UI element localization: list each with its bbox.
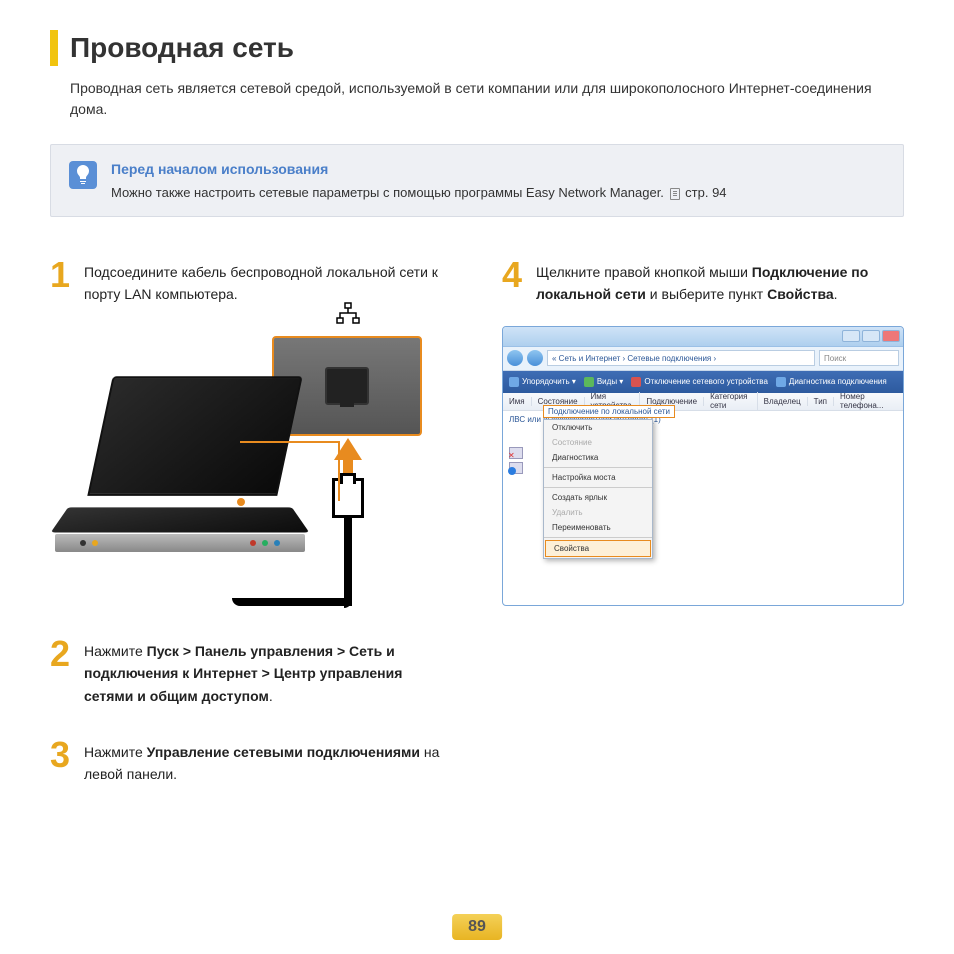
step-bold: Свойства	[767, 286, 834, 302]
toolbar-label: Виды ▾	[597, 377, 623, 386]
connection-icon	[509, 462, 523, 474]
step-post: .	[834, 286, 838, 302]
laptop-illustration	[50, 326, 452, 606]
address-bar: « Сеть и Интернет › Сетевые подключения …	[503, 347, 903, 371]
menu-delete: Удалить	[544, 505, 652, 520]
tip-page-ref: стр. 94	[685, 185, 726, 200]
callout-line	[240, 441, 340, 501]
breadcrumb[interactable]: « Сеть и Интернет › Сетевые подключения …	[547, 350, 815, 366]
cable-icon	[344, 518, 352, 608]
title-accent-bar	[50, 30, 58, 66]
organize-button[interactable]: Упорядочить ▾	[509, 377, 576, 387]
right-column: 4 Щелкните правой кнопкой мыши Подключен…	[502, 257, 904, 806]
window-titlebar[interactable]	[503, 327, 903, 347]
col-owner[interactable]: Владелец	[764, 397, 808, 406]
close-button[interactable]	[882, 330, 900, 342]
search-input[interactable]: Поиск	[819, 350, 899, 366]
page-title: Проводная сеть	[70, 32, 294, 64]
tip-box: Перед началом использования Можно также …	[50, 144, 904, 217]
step-number: 2	[50, 636, 74, 707]
page-ref-icon	[670, 188, 680, 200]
step-4: 4 Щелкните правой кнопкой мыши Подключен…	[502, 257, 904, 306]
step-pre: Нажмите	[84, 643, 147, 659]
menu-shortcut[interactable]: Создать ярлык	[544, 490, 652, 505]
step-pre: Нажмите	[84, 744, 147, 760]
page-number: 89	[452, 914, 502, 940]
tip-content: Перед началом использования Можно также …	[111, 161, 727, 200]
step-number: 3	[50, 737, 74, 786]
step-text: Нажмите Управление сетевыми подключениям…	[84, 737, 452, 786]
col-name[interactable]: Имя	[509, 397, 532, 406]
menu-separator	[544, 537, 652, 538]
step-number: 1	[50, 257, 74, 306]
nav-forward-button[interactable]	[527, 350, 543, 366]
tip-text-body: Можно также настроить сетевые параметры …	[111, 185, 668, 200]
step-2: 2 Нажмите Пуск > Панель управления > Сет…	[50, 636, 452, 707]
page-title-row: Проводная сеть	[50, 30, 904, 66]
step-number: 4	[502, 257, 526, 306]
intro-text: Проводная сеть является сетевой средой, …	[70, 78, 904, 120]
diagnose-button[interactable]: Диагностика подключения	[776, 377, 887, 387]
step-text: Щелкните правой кнопкой мыши Подключение…	[536, 257, 904, 306]
menu-status: Состояние	[544, 435, 652, 450]
callout-dot	[237, 498, 245, 506]
tip-title: Перед началом использования	[111, 161, 727, 177]
tip-text: Можно также настроить сетевые параметры …	[111, 185, 727, 200]
step-text: Нажмите Пуск > Панель управления > Сеть …	[84, 636, 452, 707]
step-post: .	[269, 688, 273, 704]
step-bold: Управление сетевыми подключениями	[147, 744, 420, 760]
step-1: 1 Подсоедините кабель беспроводной локал…	[50, 257, 452, 306]
step-3: 3 Нажмите Управление сетевыми подключени…	[50, 737, 452, 786]
minimize-button[interactable]	[842, 330, 860, 342]
menu-rename[interactable]: Переименовать	[544, 520, 652, 535]
toolbar-label: Отключение сетевого устройства	[644, 377, 768, 386]
menu-properties[interactable]: Свойства	[545, 540, 651, 557]
col-category[interactable]: Категория сети	[710, 392, 758, 410]
views-button[interactable]: Виды ▾	[584, 377, 623, 387]
lan-port-icon	[325, 367, 369, 405]
left-column: 1 Подсоедините кабель беспроводной локал…	[50, 257, 452, 806]
col-phone[interactable]: Номер телефона...	[840, 392, 897, 410]
step-pre: Щелкните правой кнопкой мыши	[536, 264, 752, 280]
vista-window: « Сеть и Интернет › Сетевые подключения …	[502, 326, 904, 606]
lightbulb-icon	[69, 161, 97, 189]
col-type[interactable]: Тип	[814, 397, 834, 406]
maximize-button[interactable]	[862, 330, 880, 342]
toolbar-label: Диагностика подключения	[789, 377, 887, 386]
disable-device-button[interactable]: Отключение сетевого устройства	[631, 377, 768, 387]
context-menu: Отключить Состояние Диагностика Настройк…	[543, 419, 653, 559]
toolbar: Упорядочить ▾ Виды ▾ Отключение сетевого…	[503, 371, 903, 393]
toolbar-label: Упорядочить ▾	[522, 377, 576, 386]
window-body: ЛВС или высокоскоростной Интернет (1) По…	[503, 411, 903, 601]
menu-diagnose[interactable]: Диагностика	[544, 450, 652, 465]
connection-icon	[509, 447, 523, 459]
menu-bridge[interactable]: Настройка моста	[544, 470, 652, 485]
menu-disable[interactable]: Отключить	[544, 420, 652, 435]
nav-back-button[interactable]	[507, 350, 523, 366]
step-text: Подсоедините кабель беспроводной локальн…	[84, 257, 452, 306]
menu-separator	[544, 467, 652, 468]
menu-separator	[544, 487, 652, 488]
network-icon	[336, 302, 360, 331]
connection-item[interactable]: Подключение по локальной сети	[543, 405, 675, 418]
step-mid: и выберите пункт	[646, 286, 767, 302]
